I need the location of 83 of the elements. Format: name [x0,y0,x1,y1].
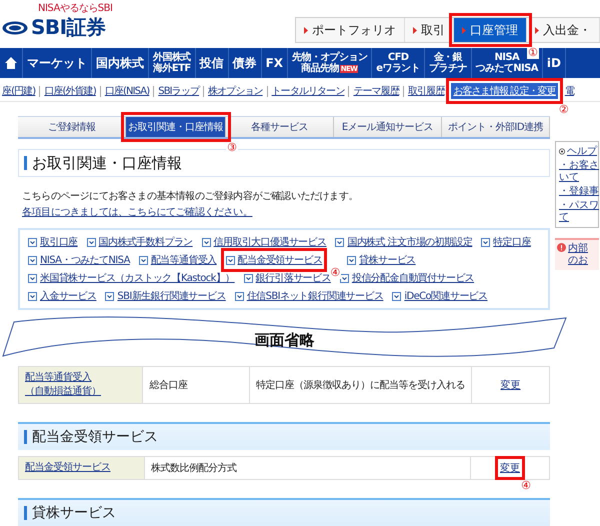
dropdown-icon [226,256,235,264]
subnav-link[interactable]: 株オプション [206,83,265,99]
home-icon [5,57,17,69]
help-item-link[interactable]: ・お客さ いて [559,160,597,184]
service-link[interactable]: 配当等通貨受入 [138,253,217,267]
subnav-link[interactable]: SBIラップ [156,83,202,99]
service-link[interactable]: 銀行引落サービス [244,271,331,285]
dropdown-icon [86,238,96,246]
dropdown-icon [392,292,402,300]
dropdown-icon [340,274,349,282]
dropdown-icon [28,256,37,264]
logo-tagline: NISAやるならSBI [38,3,112,14]
service-link[interactable]: 貸株サービス [347,253,416,267]
service-link[interactable]: 国内株式 注文市場の初期設定 [335,235,472,249]
callout-number: ③ [226,142,238,154]
section-title: 貸株サービス [32,504,116,522]
subnav-link[interactable]: トータルリターン [270,83,346,99]
tab[interactable]: ポイント・外部ID連携 [442,117,550,137]
table-cell: 株式数比例配分方式 [145,457,471,479]
tab[interactable]: お取引関連・口座情報 [126,117,226,137]
callout-number: ② [558,104,570,116]
top-nav-button[interactable]: ポートフォリオ [296,18,405,42]
nav-item[interactable]: iD [542,48,566,78]
notice-link[interactable]: 内部 のお [568,243,588,267]
subnav-link[interactable]: お客さま情報 設定・変更 [451,83,558,99]
subnav-link[interactable]: テーマ履歴 [351,83,401,99]
help-link[interactable]: 各項目につきましては、こちらにてご確認ください。 [22,205,252,219]
callout-number: ① [527,47,539,59]
dropdown-icon [28,274,37,282]
top-nav-button[interactable]: 口座管理 [454,18,527,42]
triangle-icon [535,26,539,34]
subnav-link[interactable]: 取引履歴 [406,83,446,99]
logo[interactable]: SBI証券 [31,14,106,41]
change-link[interactable]: 変更 [500,461,520,475]
service-link[interactable]: 信用取引大口優遇サービス [202,235,326,249]
service-link[interactable]: SBI新生銀行関連サービス [105,289,226,303]
triangle-icon [413,26,417,34]
service-link[interactable]: 配当金受領サービス [226,253,322,267]
tab[interactable]: 各種サービス [226,117,334,137]
top-nav-button[interactable]: 取引 [405,18,454,42]
service-link[interactable]: 住信SBIネット銀行関連サービス [234,289,384,303]
omission-label: 画面省略 [254,330,314,350]
service-link[interactable]: 特定口座 [481,235,531,249]
subnav-link[interactable]: 口座(外貨建) [42,83,98,99]
service-link[interactable]: 取引口座 [28,235,78,249]
top-nav-button[interactable]: 入出金・ [527,18,600,42]
callout-number: ④ [520,480,532,492]
service-link[interactable]: 米国貸株サービス（カストック【Kastock】） [28,271,235,285]
dropdown-icon [138,256,148,264]
page-title: お取引関連・口座情報 [32,154,182,172]
dropdown-icon [244,274,253,282]
section-title: 配当金受領サービス [32,428,158,446]
callout-number: ④ [329,267,342,279]
service-link[interactable]: iDeCo関連サービス [392,289,488,303]
help-link[interactable]: ヘルプ [559,144,597,158]
help-icon [559,146,565,156]
dropdown-icon [28,292,37,300]
dropdown-icon [347,256,356,264]
tab[interactable]: Eメール通知サービス [334,117,442,137]
triangle-icon [304,26,308,34]
intro-text: こちらのページにてお客さまの基本情報のご登録内容がご確認いただけます。 [22,190,360,203]
help-item-link[interactable]: ・登録事 [559,186,597,198]
subnav-link[interactable]: 電 [562,83,576,99]
dropdown-icon [105,292,114,300]
subnav-link[interactable]: 口座(NISA) [102,83,152,99]
dropdown-icon [481,238,490,246]
alert-icon [557,243,566,252]
subnav-link[interactable]: 座(円建) [0,83,38,99]
dropdown-icon [335,238,344,246]
triangle-icon [462,26,466,34]
dropdown-icon [234,292,244,300]
help-item-link[interactable]: ・パスワ て [559,200,597,224]
dropdown-icon [202,238,211,246]
service-link[interactable]: NISA・つみたてNISA [28,253,130,267]
service-link[interactable]: 国内株式手数料プラン [86,235,193,249]
callout-frame [495,456,525,480]
service-link[interactable]: 入金サービス [28,289,96,303]
service-link[interactable]: 投信分配金自動買付サービス [340,271,474,285]
change-link[interactable]: 変更 [500,378,521,392]
table-cell: 総合口座 [143,367,250,403]
dropdown-icon [28,238,37,246]
table-cell: 特定口座（源泉徴収あり）に配当等を受け入れる [250,367,472,403]
tab[interactable]: ご登録情報 [18,117,126,137]
